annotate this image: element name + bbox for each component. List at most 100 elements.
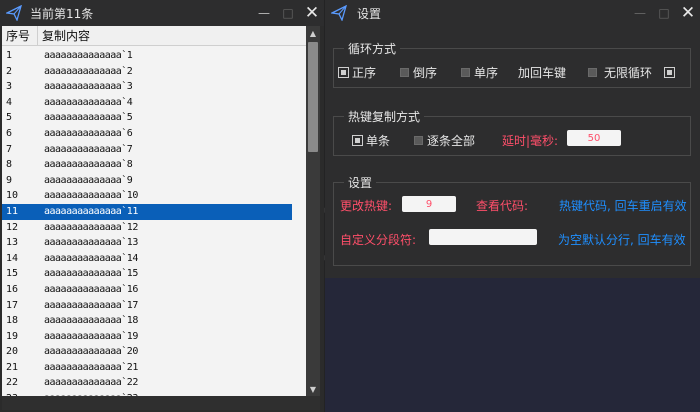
list-item-index: 9 <box>6 174 13 186</box>
vertical-scrollbar[interactable]: ▲ ▼ <box>306 26 320 396</box>
scroll-down-arrow-icon[interactable]: ▼ <box>306 382 320 396</box>
option-forward[interactable]: 正序 <box>338 64 376 81</box>
list-item-content: aaaaaaaaaaaaaa`20 <box>44 346 138 358</box>
separator-label: 自定义分段符: <box>340 233 417 247</box>
list-item[interactable]: 7 aaaaaaaaaaaaaa`7 <box>2 142 306 158</box>
settings-window-title: 设置 <box>357 6 382 21</box>
copy-content-list[interactable]: 序号 复制内容 1 aaaaaaaaaaaaaa`1 2 aaaaaaaaaaaaaa… <box>2 26 306 396</box>
loop-mode-group: 循环方式 正序 倒序 单序 加回车键 无限循环 <box>333 40 691 88</box>
list-item[interactable]: 20 aaaaaaaaaaaaaa`20 <box>2 344 306 360</box>
settings-group: 设置 更改热键: 9 查看代码: 热键代码, 回车重启有效 自定义分段符: 为空… <box>333 174 691 266</box>
checkbox-icon[interactable] <box>461 68 470 77</box>
list-item[interactable]: 22 aaaaaaaaaaaaaa`22 <box>2 375 306 391</box>
change-hotkey-input[interactable]: 9 <box>402 196 456 212</box>
list-item[interactable]: 18 aaaaaaaaaaaaaa`18 <box>2 313 306 329</box>
list-item-content: aaaaaaaaaaaaaa`3 <box>44 81 133 93</box>
list-item-index: 19 <box>6 330 19 342</box>
option-single[interactable]: 单序 <box>461 64 498 81</box>
right-titlebar[interactable]: 设置 — □ ✕ <box>325 0 700 26</box>
delay-label: 延时|毫秒: <box>502 134 559 148</box>
delay-input[interactable]: 50 <box>567 130 621 146</box>
maximize-button[interactable]: □ <box>652 0 676 26</box>
option-label: 单序 <box>474 66 499 80</box>
column-header-index[interactable]: 序号 <box>2 26 38 45</box>
list-item-content: aaaaaaaaaaaaaa`12 <box>44 221 138 233</box>
list-item-content: aaaaaaaaaaaaaa`9 <box>44 174 133 186</box>
checkbox-checked-icon[interactable] <box>664 67 676 78</box>
minimize-button[interactable]: — <box>628 0 652 26</box>
list-item[interactable]: 19 aaaaaaaaaaaaaa`19 <box>2 329 306 345</box>
hotkey-code-note: 热键代码, 回车重启有效 <box>559 199 687 213</box>
list-item-index: 5 <box>6 112 13 124</box>
option-reverse[interactable]: 倒序 <box>400 64 437 81</box>
maximize-button[interactable]: □ <box>276 0 300 26</box>
list-item[interactable]: 6 aaaaaaaaaaaaaa`6 <box>2 126 306 142</box>
list-item-index: 15 <box>6 268 19 280</box>
list-item-index: 22 <box>6 377 19 389</box>
list-item-content: aaaaaaaaaaaaaa`1 <box>44 50 133 61</box>
minimize-button[interactable]: — <box>252 0 276 26</box>
list-item-content: aaaaaaaaaaaaaa`15 <box>44 268 138 280</box>
paper-plane-icon <box>331 5 347 21</box>
list-item[interactable]: 15 aaaaaaaaaaaaaa`15 <box>2 266 306 282</box>
list-item[interactable]: 3 aaaaaaaaaaaaaa`3 <box>2 79 306 95</box>
list-item[interactable]: 16 aaaaaaaaaaaaaa`16 <box>2 282 306 298</box>
option-add-enter[interactable]: 加回车键 <box>518 64 601 81</box>
list-item-content: aaaaaaaaaaaaaa`2 <box>44 65 133 77</box>
list-item-content: aaaaaaaaaaaaaa`19 <box>44 330 138 342</box>
left-window-controls: — □ ✕ <box>252 0 324 26</box>
list-item-index: 16 <box>6 283 19 295</box>
list-item[interactable]: 12 aaaaaaaaaaaaaa`12 <box>2 220 306 236</box>
checkbox-checked-icon[interactable] <box>352 135 363 146</box>
separator-input[interactable] <box>429 229 537 245</box>
option-label: 倒序 <box>413 66 438 80</box>
list-item[interactable]: 5 aaaaaaaaaaaaaa`5 <box>2 110 306 126</box>
column-header-content[interactable]: 复制内容 <box>38 26 306 45</box>
list-item[interactable]: 9 aaaaaaaaaaaaaa`9 <box>2 173 306 189</box>
view-code-label: 查看代码: <box>476 199 529 213</box>
list-item-index: 10 <box>6 190 19 202</box>
list-item-index: 17 <box>6 299 19 311</box>
list-item[interactable]: 2 aaaaaaaaaaaaaa`2 <box>2 64 306 80</box>
paper-plane-icon <box>6 5 22 21</box>
separator-note: 为空默认分行, 回车有效 <box>558 233 686 247</box>
list-item[interactable]: 17 aaaaaaaaaaaaaa`17 <box>2 298 306 314</box>
close-button[interactable]: ✕ <box>676 0 700 26</box>
list-item-index: 8 <box>6 159 13 171</box>
hotkey-copy-group: 热键复制方式 单条 逐条全部 延时|毫秒: 50 <box>333 108 691 156</box>
close-button[interactable]: ✕ <box>300 0 324 26</box>
list-item[interactable]: 13 aaaaaaaaaaaaaa`13 <box>2 235 306 251</box>
list-item-index: 14 <box>6 252 19 264</box>
list-item-index: 6 <box>6 127 13 139</box>
list-item[interactable]: 14 aaaaaaaaaaaaaa`14 <box>2 251 306 267</box>
checkbox-icon[interactable] <box>588 68 598 77</box>
left-titlebar[interactable]: 当前第11条 — □ ✕ <box>0 0 324 26</box>
list-item-selected[interactable]: 11 aaaaaaaaaaaaaa`11 <box>2 203 292 220</box>
list-item[interactable]: 1 aaaaaaaaaaaaaa`1 <box>2 48 306 64</box>
option-all-sequential[interactable]: 逐条全部 <box>414 132 475 149</box>
checkbox-checked-icon[interactable] <box>338 67 349 78</box>
list-item-content: aaaaaaaaaaaaaa`16 <box>44 283 138 295</box>
list-item-index: 13 <box>6 237 19 249</box>
list-item-content: aaaaaaaaaaaaaa`18 <box>44 315 138 327</box>
settings-title: 设置 <box>344 174 377 191</box>
checkbox-icon[interactable] <box>414 136 423 145</box>
list-item-content: aaaaaaaaaaaaaa`22 <box>44 377 138 389</box>
option-single-item[interactable]: 单条 <box>352 132 390 149</box>
checkbox-icon[interactable] <box>400 68 409 77</box>
scroll-thumb[interactable] <box>308 42 318 152</box>
clipboard-list-window: 当前第11条 — □ ✕ 序号 复制内容 1 aaaaaaaaaaaaaa`1 2 a… <box>0 0 324 412</box>
list-item-content: aaaaaaaaaaaaaa`5 <box>44 112 133 124</box>
list-item-content: aaaaaaaaaaaaaa`13 <box>44 237 138 249</box>
option-label: 正序 <box>352 66 377 80</box>
option-infinite-loop[interactable]: 无限循环 <box>604 64 678 81</box>
list-rows: 1 aaaaaaaaaaaaaa`1 2 aaaaaaaaaaaaaa`2 3 aaaaa… <box>2 48 306 396</box>
list-item-index: 2 <box>6 65 13 77</box>
list-item[interactable]: 4 aaaaaaaaaaaaaa`4 <box>2 95 306 111</box>
list-item[interactable]: 21 aaaaaaaaaaaaaa`21 <box>2 360 306 376</box>
option-label: 单条 <box>366 134 391 148</box>
change-hotkey-label: 更改热键: <box>340 199 393 213</box>
list-item[interactable]: 10 aaaaaaaaaaaaaa`10 <box>2 188 306 204</box>
scroll-up-arrow-icon[interactable]: ▲ <box>306 26 320 40</box>
list-item[interactable]: 8 aaaaaaaaaaaaaa`8 <box>2 157 306 173</box>
